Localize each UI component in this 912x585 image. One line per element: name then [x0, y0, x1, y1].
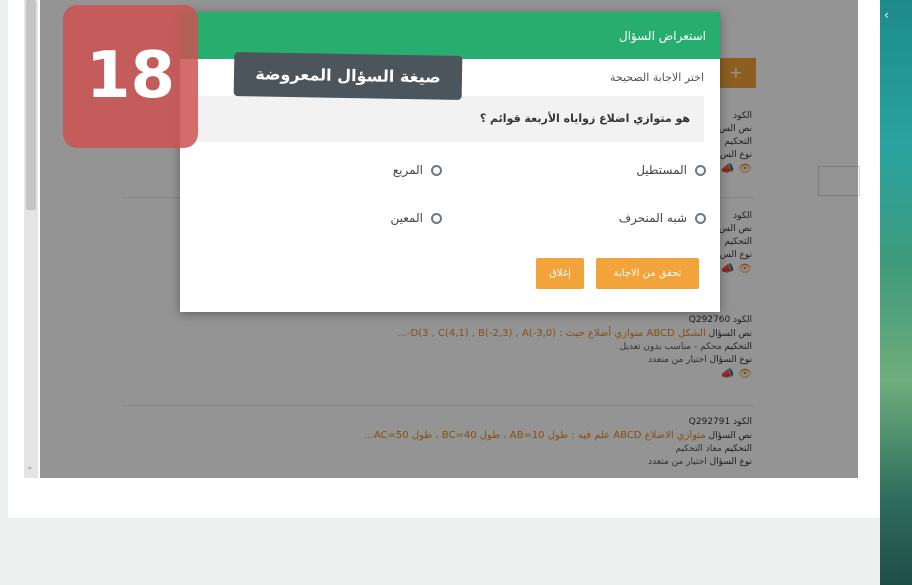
- close-button[interactable]: إغلاق: [536, 258, 584, 289]
- radio-button[interactable]: [431, 212, 442, 224]
- option-label: شبه المنحرف: [618, 211, 687, 225]
- option-label: المستطيل: [636, 163, 687, 177]
- option-label: المعين: [390, 211, 423, 225]
- option-rhombus[interactable]: المعين: [391, 211, 442, 225]
- scrollbar-thumb[interactable]: [26, 0, 36, 210]
- scroll-down-icon[interactable]: ⌄: [26, 462, 34, 472]
- step-number-badge: 18: [63, 5, 198, 148]
- verify-answer-button[interactable]: تحقق من الاجابة: [596, 258, 699, 289]
- option-trapezoid[interactable]: شبه المنحرف: [619, 211, 706, 225]
- option-square[interactable]: المربع: [393, 163, 442, 177]
- option-rectangle[interactable]: المستطيل: [636, 163, 706, 177]
- radio-button[interactable]: [431, 164, 442, 176]
- question-text: هو متوازي اضلاع زواياه الأربعة قوائم ؟: [198, 96, 704, 142]
- caption-label: صيغة السؤال المعروضة: [233, 52, 463, 100]
- option-label: المربع: [392, 163, 423, 177]
- choose-answer-label: اختر الاجابة الصحيحة: [609, 71, 704, 84]
- radio-button[interactable]: [695, 164, 706, 176]
- radio-button[interactable]: [695, 212, 706, 224]
- chevron-left-icon[interactable]: ‹: [884, 8, 889, 22]
- background-image-strip: [880, 0, 912, 585]
